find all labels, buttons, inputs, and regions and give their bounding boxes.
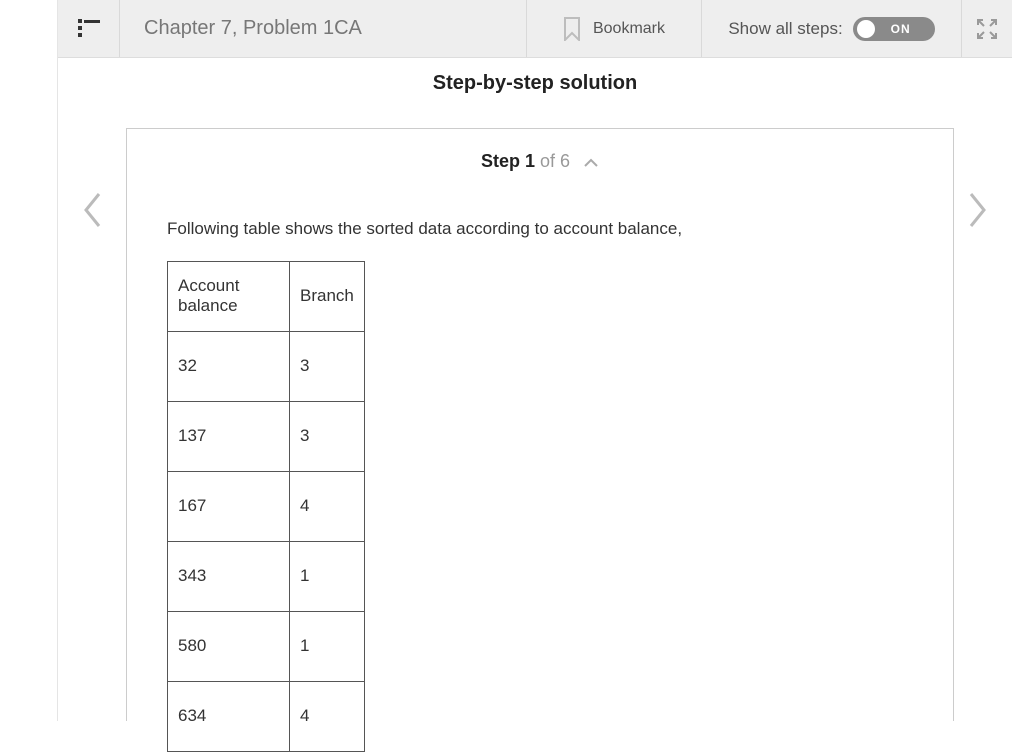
table-row: 323 bbox=[168, 331, 365, 401]
cell-branch: 3 bbox=[290, 331, 365, 401]
show-all-steps-toggle[interactable]: ON bbox=[853, 17, 935, 41]
toggle-knob bbox=[857, 20, 875, 38]
table-header-account: Account balance bbox=[168, 261, 290, 331]
data-table: Account balance Branch 323 1373 1674 343… bbox=[167, 261, 365, 752]
content-area: Step-by-step solution Step 1 of 6 Follow… bbox=[58, 58, 1012, 721]
show-all-steps: Show all steps: ON bbox=[702, 0, 962, 57]
step-intro: Following table shows the sorted data ac… bbox=[167, 219, 913, 239]
toggle-state: ON bbox=[891, 22, 911, 36]
left-gutter bbox=[0, 0, 58, 721]
step-total: of 6 bbox=[535, 151, 570, 171]
next-button[interactable] bbox=[958, 180, 998, 240]
list-icon bbox=[78, 20, 100, 38]
prev-button[interactable] bbox=[72, 180, 112, 240]
cell-account: 32 bbox=[168, 331, 290, 401]
bookmark-label: Bookmark bbox=[593, 20, 665, 38]
solution-title: Step-by-step solution bbox=[58, 72, 1012, 95]
cell-branch: 3 bbox=[290, 401, 365, 471]
cell-branch: 1 bbox=[290, 541, 365, 611]
table-row: 3431 bbox=[168, 541, 365, 611]
cell-branch: 4 bbox=[290, 681, 365, 751]
cell-account: 580 bbox=[168, 611, 290, 681]
chevron-up-icon bbox=[583, 152, 599, 173]
bookmark-button[interactable]: Bookmark bbox=[527, 0, 702, 57]
problem-title: Chapter 7, Problem 1CA bbox=[144, 17, 362, 40]
step-number: Step 1 bbox=[481, 151, 535, 171]
chevron-left-icon bbox=[81, 191, 103, 229]
cell-account: 167 bbox=[168, 471, 290, 541]
toc-button[interactable] bbox=[58, 0, 120, 57]
expand-icon bbox=[976, 18, 998, 40]
cell-account: 634 bbox=[168, 681, 290, 751]
cell-account: 343 bbox=[168, 541, 290, 611]
cell-branch: 4 bbox=[290, 471, 365, 541]
table-header-branch: Branch bbox=[290, 261, 365, 331]
table-row: 5801 bbox=[168, 611, 365, 681]
table-row: 1373 bbox=[168, 401, 365, 471]
table-row: 1674 bbox=[168, 471, 365, 541]
step-body: Following table shows the sorted data ac… bbox=[127, 173, 953, 752]
fullscreen-button[interactable] bbox=[962, 0, 1012, 57]
problem-title-cell: Chapter 7, Problem 1CA bbox=[120, 0, 527, 57]
cell-account: 137 bbox=[168, 401, 290, 471]
bookmark-icon bbox=[563, 17, 581, 41]
cell-branch: 1 bbox=[290, 611, 365, 681]
chevron-right-icon bbox=[967, 191, 989, 229]
show-all-steps-label: Show all steps: bbox=[728, 19, 842, 39]
step-header[interactable]: Step 1 of 6 bbox=[127, 151, 953, 173]
table-header-row: Account balance Branch bbox=[168, 261, 365, 331]
table-row: 6344 bbox=[168, 681, 365, 751]
header-bar: Chapter 7, Problem 1CA Bookmark Show all… bbox=[58, 0, 1012, 58]
step-card: Step 1 of 6 Following table shows the so… bbox=[126, 128, 954, 721]
